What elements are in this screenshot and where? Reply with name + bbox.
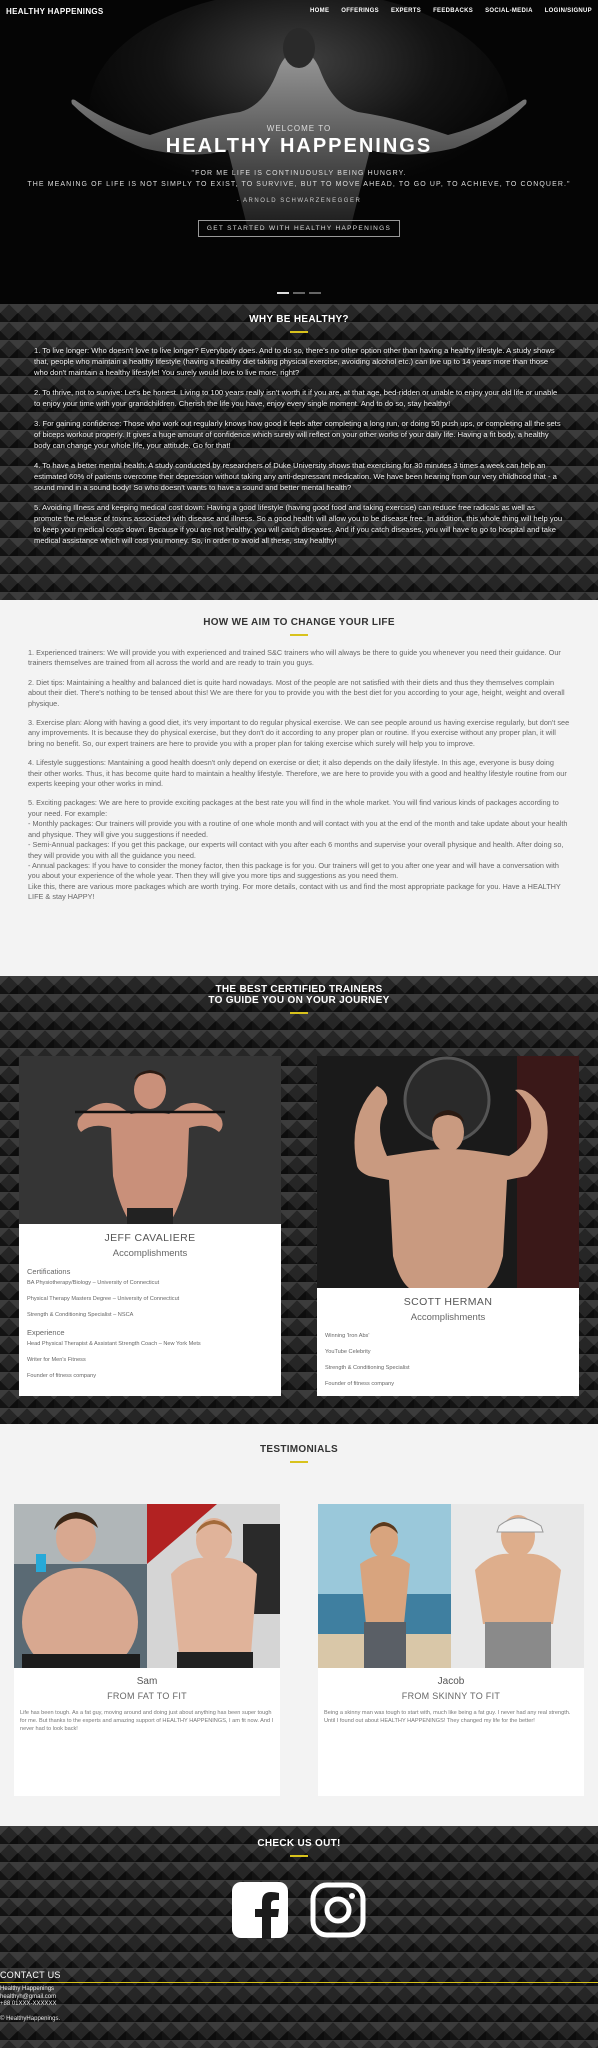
before-photo [318, 1504, 451, 1668]
aim-paragraph: 3. Exercise plan: Along with having a go… [28, 718, 570, 748]
aim-title: HOW WE AIM TO CHANGE YOUR LIFE [203, 617, 395, 628]
contact-email[interactable]: healthyh@gmail.com [0, 1994, 598, 2002]
aim-paragraph: 1. Experienced trainers: We will provide… [28, 648, 561, 668]
trainer-accomplishment: BA Physiotherapy/Biology – University of… [27, 1280, 160, 1286]
testimonial-photos [318, 1504, 584, 1668]
testimonial-card-sam: Sam FROM FAT TO FIT Life has been tough.… [14, 1504, 280, 1796]
instagram-icon[interactable] [309, 1881, 367, 1939]
nav-login-signup[interactable]: LOGIN/SIGNUP [545, 8, 592, 14]
contact-title: CONTACT US [0, 1970, 61, 1980]
title-underline [290, 1461, 308, 1463]
testimonial-text: Life has been tough. As a fat guy, movin… [20, 1710, 274, 1732]
contact-phone[interactable]: +88 01XXX-XXXXXX [0, 2001, 598, 2009]
facebook-icon[interactable] [231, 1881, 289, 1939]
title-underline [290, 331, 308, 333]
why-paragraph: 2. To thrive, not to survive: Let's be h… [34, 388, 558, 408]
testimonials-section: TESTIMONIALS Sam FROM FAT TO FIT Life ha… [0, 1424, 598, 1826]
trainer-card-scott: SCOTT HERMAN Accomplishments Winning 'Ir… [317, 1056, 579, 1396]
social-links [0, 1881, 598, 1939]
carousel-indicator-2[interactable] [293, 292, 305, 294]
testimonial-subtitle: FROM FAT TO FIT [107, 1691, 187, 1701]
aim-paragraph: 4. Lifestyle suggestions: Mantaining a g… [28, 758, 567, 789]
trainer-accomplishment: Strength & Conditioning Specialist – NSC… [27, 1312, 134, 1318]
nav-menu: HOME OFFERINGS EXPERTS FEEDBACKS SOCIAL-… [310, 8, 592, 14]
trainer-section-label: Experience [27, 1328, 65, 1337]
carousel-indicator-3[interactable] [309, 292, 321, 294]
trainer-section-label: Certifications [27, 1267, 71, 1276]
testimonial-photos [14, 1504, 280, 1668]
check-title: CHECK US OUT! [257, 1838, 341, 1849]
trainer-card-jeff: JEFF CAVALIERE Accomplishments Certifica… [19, 1056, 281, 1396]
hero-text: WELCOME TO HEALTHY HAPPENINGS "FOR ME LI… [0, 124, 598, 237]
trainers-title-line-1: THE BEST CERTIFIED TRAINERS [215, 984, 383, 995]
trainer-name: JEFF CAVALIERE [104, 1232, 196, 1244]
copyright: © HealthyHappenings. [0, 2015, 61, 2022]
trainer-name: SCOTT HERMAN [403, 1296, 493, 1308]
why-paragraph: 4. To have a better mental health: A stu… [34, 461, 557, 492]
footer: CONTACT US Healthy Happenings healthyh@g… [0, 1968, 598, 2048]
top-navbar: HEALTHY HAPPENINGS HOME OFFERINGS EXPERT… [0, 0, 598, 22]
trainers-title-line-2: TO GUIDE YOU ON YOUR JOURNEY [208, 995, 390, 1006]
testimonial-name: Sam [136, 1676, 158, 1687]
carousel-indicator-1[interactable] [277, 292, 289, 294]
testimonial-text: Being a skinny man was tough to start wi… [324, 1710, 571, 1724]
trainer-subtitle: Accomplishments [410, 1312, 486, 1323]
trainer-accomplishment: YouTube Celebrity [325, 1349, 371, 1355]
aim-section: HOW WE AIM TO CHANGE YOUR LIFE 1. Experi… [0, 600, 598, 976]
title-underline [290, 1855, 308, 1857]
why-section: WHY BE HEALTHY? 1. To live longer: Who d… [0, 304, 598, 600]
why-paragraph: 5. Avoiding Illness and keeping medical … [34, 503, 563, 545]
brand-logo[interactable]: HEALTHY HAPPENINGS [6, 7, 104, 16]
trainers-section: THE BEST CERTIFIED TRAINERS TO GUIDE YOU… [0, 976, 598, 1424]
hero-quote-author: - ARNOLD SCHWARZENEGGER [236, 198, 362, 204]
footer-divider [0, 1982, 598, 1983]
after-photo [451, 1504, 584, 1668]
hero-quote-line-1: "FOR ME LIFE IS CONTINUOUSLY BEING HUNGR… [191, 170, 407, 177]
hero-quote: "FOR ME LIFE IS CONTINUOUSLY BEING HUNGR… [0, 168, 598, 190]
trainer-accomplishment: Founder of fitness company [27, 1373, 97, 1379]
testimonial-name: Jacob [437, 1676, 465, 1687]
nav-social-media[interactable]: SOCIAL-MEDIA [485, 8, 533, 14]
trainer-accomplishment: Founder of fitness company [325, 1381, 395, 1387]
trainer-photo-jeff [19, 1056, 281, 1224]
nav-offerings[interactable]: OFFERINGS [341, 8, 379, 14]
trainers-title: THE BEST CERTIFIED TRAINERS TO GUIDE YOU… [0, 984, 598, 1006]
after-photo [147, 1504, 280, 1668]
nav-feedbacks[interactable]: FEEDBACKS [433, 8, 473, 14]
why-title: WHY BE HEALTHY? [249, 314, 349, 325]
aim-paragraph: 5. Exciting packages: We are here to pro… [28, 798, 568, 902]
trainer-accomplishment: Physical Therapy Masters Degree – Univer… [27, 1296, 180, 1302]
hero-title: HEALTHY HAPPENINGS [165, 135, 433, 157]
testimonial-card-jacob: Jacob FROM SKINNY TO FIT Being a skinny … [318, 1504, 584, 1796]
aim-paragraph: 2. Diet tips: Maintaining a healthy and … [28, 677, 565, 708]
trainer-accomplishment: Head Physical Therapist & Assistant Stre… [27, 1341, 201, 1347]
testimonials-title: TESTIMONIALS [259, 1444, 339, 1455]
trainer-accomplishment: Winning 'Iron Abs' [325, 1333, 370, 1339]
social-section: CHECK US OUT! [0, 1826, 598, 1968]
testimonial-subtitle: FROM SKINNY TO FIT [401, 1691, 501, 1701]
nav-home[interactable]: HOME [310, 8, 329, 14]
contact-name: Healthy Happenings [0, 1986, 55, 1992]
hero-welcome: WELCOME TO [266, 124, 332, 133]
trainer-accomplishment: Strength & Conditioning Specialist [325, 1365, 410, 1371]
title-underline [290, 1012, 308, 1014]
nav-experts[interactable]: EXPERTS [391, 8, 421, 14]
trainer-subtitle: Accomplishments [112, 1248, 188, 1259]
trainer-photo-scott [317, 1056, 579, 1288]
carousel-indicators [0, 292, 598, 294]
why-paragraph: 3. For gaining confidence: Those who wor… [34, 419, 561, 450]
why-paragraph: 1. To live longer: Who doesn't love to l… [34, 346, 555, 377]
trainer-accomplishment: Writer for Men's Fitness [27, 1357, 86, 1363]
get-started-button[interactable]: GET STARTED WITH HEALTHY HAPPENINGS [197, 220, 401, 237]
title-underline [290, 634, 308, 636]
hero-quote-line-2: THE MEANING OF LIFE IS NOT SIMPLY TO EXI… [27, 181, 571, 188]
before-photo [14, 1504, 147, 1668]
